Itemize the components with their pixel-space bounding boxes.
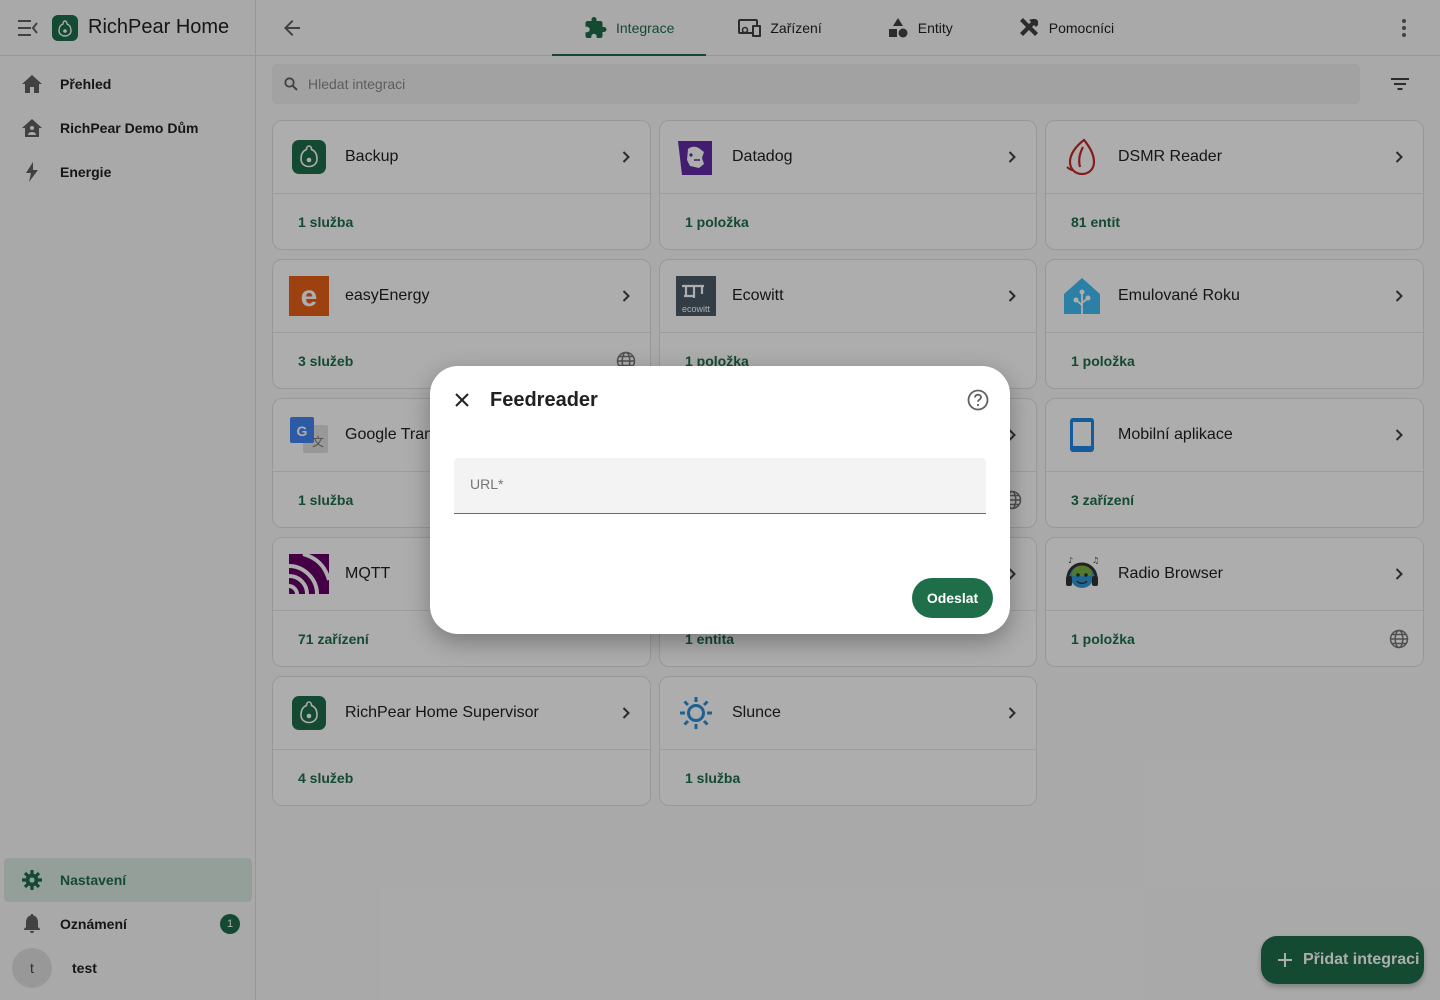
dialog-title: Feedreader (490, 389, 598, 411)
url-field (454, 458, 986, 514)
submit-button[interactable]: Odeslat (912, 578, 993, 618)
config-dialog: Feedreader Odeslat (430, 366, 1010, 634)
url-input[interactable] (470, 476, 970, 492)
help-circle-icon[interactable] (966, 388, 990, 412)
close-icon[interactable] (450, 388, 474, 412)
